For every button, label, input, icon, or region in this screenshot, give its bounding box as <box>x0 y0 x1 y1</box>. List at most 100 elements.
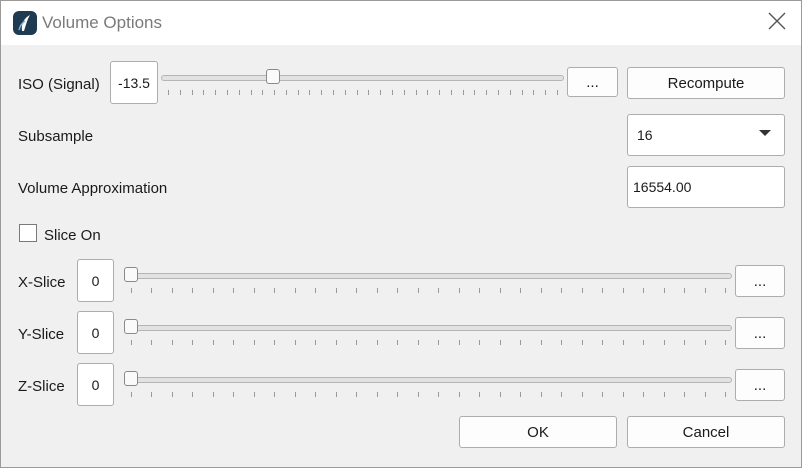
slider-tick <box>233 288 235 293</box>
slider-tick <box>479 340 481 345</box>
slider-tick <box>191 90 193 95</box>
cancel-button[interactable]: Cancel <box>627 416 785 448</box>
slider-tick <box>725 392 726 397</box>
slider-tick <box>131 392 132 397</box>
iso-slider-handle[interactable] <box>266 69 281 84</box>
slider-tick <box>458 288 460 293</box>
slider-tick <box>561 288 563 293</box>
slider-tick <box>368 90 370 95</box>
slider-tick <box>663 288 665 293</box>
slider-tick <box>438 340 440 345</box>
x-slice-slider[interactable] <box>124 266 732 296</box>
recompute-button[interactable]: Recompute <box>627 67 785 99</box>
slider-tick <box>391 90 393 95</box>
slider-tick <box>274 90 276 95</box>
slider-tick <box>397 392 399 397</box>
close-button[interactable] <box>755 3 799 43</box>
slider-tick <box>540 392 542 397</box>
slider-tick <box>397 288 399 293</box>
slider-tick <box>192 340 194 345</box>
slider-tick <box>321 90 323 95</box>
y-slice-more-button[interactable]: ... <box>735 317 785 349</box>
subsample-selected-value: 16 <box>637 127 653 143</box>
slider-tick <box>417 288 419 293</box>
slider-tick <box>684 288 686 293</box>
slider-tick <box>233 392 235 397</box>
slider-tick <box>498 90 500 95</box>
slider-tick <box>602 288 604 293</box>
slider-tick <box>622 392 624 397</box>
slider-tick <box>335 392 337 397</box>
slider-tick <box>622 340 624 345</box>
title-bar: Volume Options <box>1 1 801 45</box>
slider-tick <box>479 288 481 293</box>
slider-tick <box>171 288 173 293</box>
slider-tick <box>315 392 317 397</box>
y-slice-slider-handle[interactable] <box>124 319 138 334</box>
slider-tick <box>403 90 405 95</box>
x-slice-more-button[interactable]: ... <box>735 265 785 297</box>
y-slice-label: Y-Slice <box>18 326 65 343</box>
subsample-dropdown[interactable]: 16 <box>627 114 785 156</box>
iso-value-field[interactable]: -13.5 <box>110 61 158 104</box>
z-slice-value-field[interactable]: 0 <box>77 363 114 406</box>
slider-tick <box>233 340 235 345</box>
x-slice-value-field[interactable]: 0 <box>77 259 114 302</box>
slider-tick <box>450 90 452 95</box>
iso-more-button[interactable]: ... <box>567 67 618 97</box>
paraview-app-icon <box>13 11 37 35</box>
volume-approximation-field[interactable]: 16554.00 <box>627 166 785 208</box>
x-slice-slider-track <box>124 273 732 279</box>
slider-tick <box>479 392 481 397</box>
ok-button[interactable]: OK <box>459 416 617 448</box>
slider-tick <box>545 90 547 95</box>
slider-tick <box>294 288 296 293</box>
slider-tick <box>226 90 228 95</box>
z-slice-more-button[interactable]: ... <box>735 369 785 401</box>
volume-options-dialog: Volume Options ISO (Signal) -13.5 ... Re… <box>0 0 802 468</box>
x-slice-slider-handle[interactable] <box>124 267 138 282</box>
slider-tick <box>238 90 240 95</box>
slider-tick <box>417 340 419 345</box>
slider-tick <box>335 340 337 345</box>
slider-tick <box>151 340 153 345</box>
slider-tick <box>131 288 132 293</box>
slider-tick <box>474 90 476 95</box>
slider-tick <box>131 340 132 345</box>
slider-tick <box>356 288 358 293</box>
slider-tick <box>274 340 276 345</box>
iso-label: ISO (Signal) <box>18 76 100 93</box>
slider-tick <box>438 392 440 397</box>
y-slice-value-field[interactable]: 0 <box>77 311 114 354</box>
x-slice-label: X-Slice <box>18 274 66 291</box>
slider-tick <box>663 340 665 345</box>
slider-tick <box>438 288 440 293</box>
slider-tick <box>415 90 417 95</box>
slider-tick <box>643 340 645 345</box>
slider-tick <box>540 340 542 345</box>
slider-tick <box>725 288 726 293</box>
slider-tick <box>274 288 276 293</box>
slider-tick <box>533 90 535 95</box>
y-slice-slider[interactable] <box>124 318 732 348</box>
slice-on-checkbox[interactable] <box>19 224 37 242</box>
slider-tick <box>643 392 645 397</box>
slider-tick <box>602 340 604 345</box>
volume-approximation-label: Volume Approximation <box>18 180 168 197</box>
slider-tick <box>253 392 255 397</box>
slider-tick <box>356 392 358 397</box>
iso-slider[interactable] <box>161 68 564 98</box>
slider-tick <box>521 90 523 95</box>
slider-tick <box>581 392 583 397</box>
z-slice-label: Z-Slice <box>18 378 65 395</box>
z-slice-slider-handle[interactable] <box>124 371 138 386</box>
slider-tick <box>458 392 460 397</box>
slider-tick <box>253 288 255 293</box>
slider-tick <box>274 392 276 397</box>
slider-tick <box>581 288 583 293</box>
slider-tick <box>376 392 378 397</box>
z-slice-slider-track <box>124 377 732 383</box>
y-slice-slider-ticks <box>124 340 732 346</box>
slider-tick <box>203 90 205 95</box>
z-slice-slider[interactable] <box>124 370 732 400</box>
